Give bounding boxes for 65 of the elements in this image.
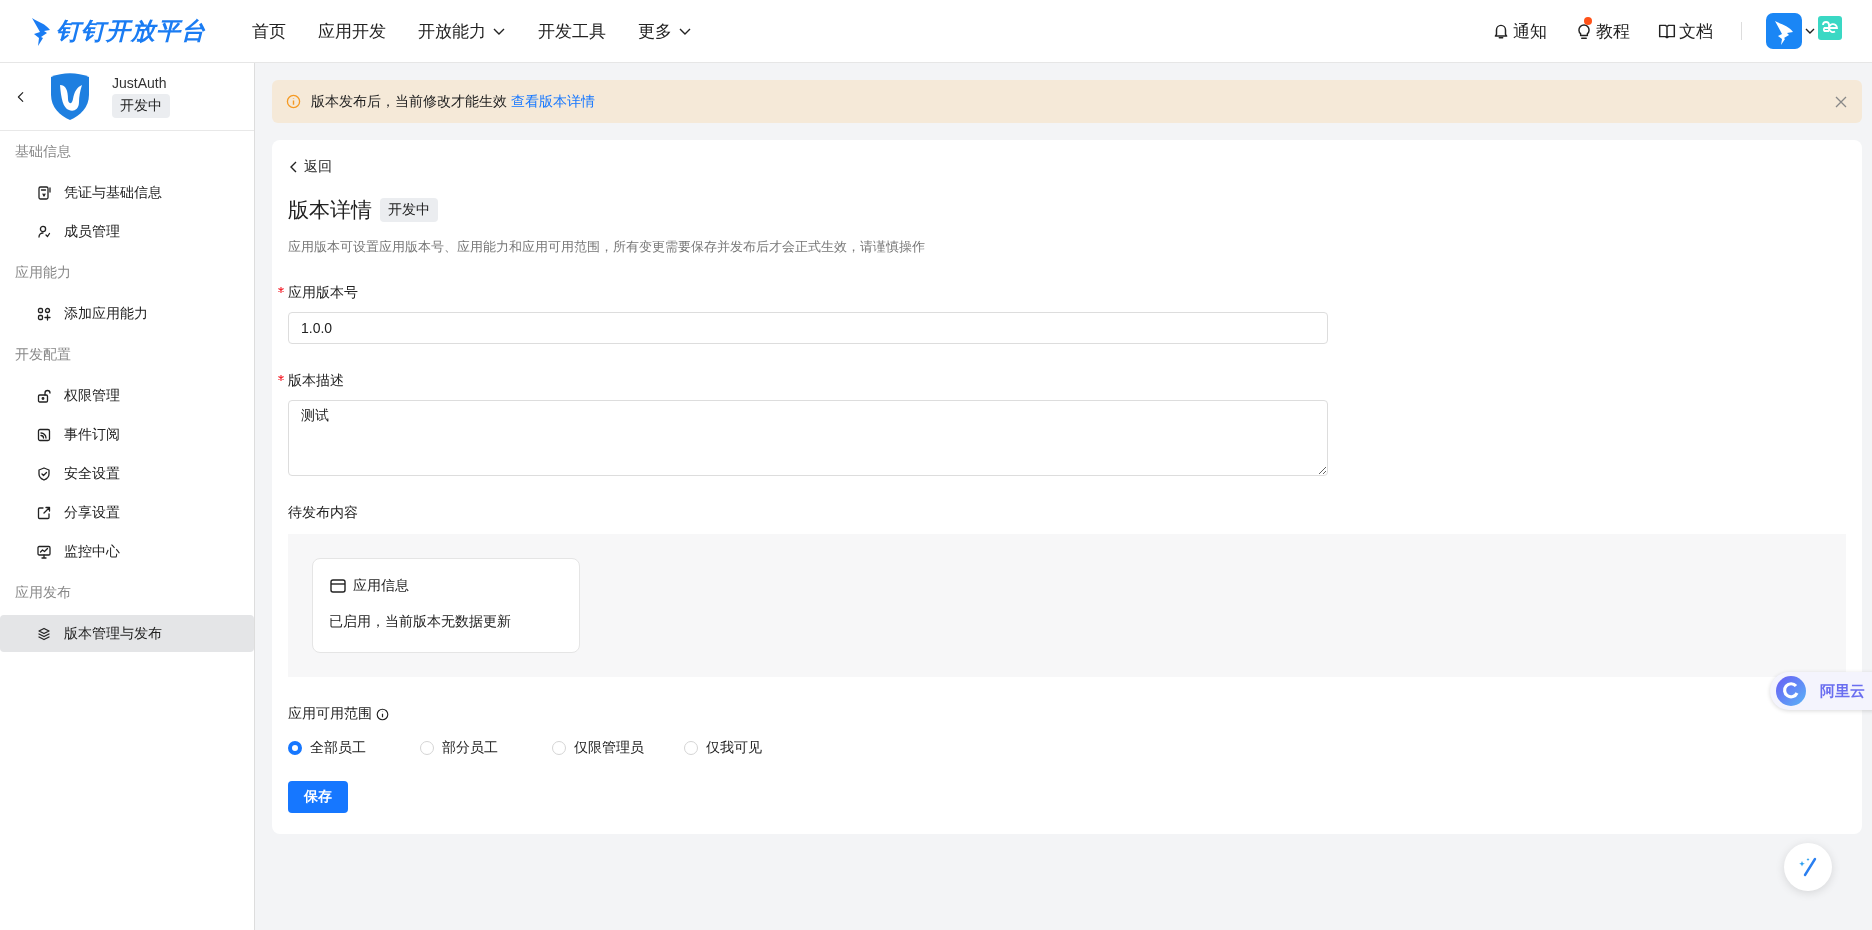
sidebar-item[interactable]: 安全设置 — [0, 455, 254, 492]
app-name: JustAuth — [112, 75, 167, 91]
header-link[interactable]: 通知 — [1513, 19, 1547, 43]
version-field[interactable]: 1.0.0 — [288, 312, 1328, 344]
nav-item[interactable]: 开放能力 — [402, 19, 522, 43]
monitor-icon — [36, 543, 52, 560]
app-logo-icon[interactable] — [1766, 13, 1802, 49]
sidebar-item[interactable]: 成员管理 — [0, 213, 254, 250]
cloud-drive-icon — [1776, 676, 1806, 706]
apps-plus-icon — [36, 305, 52, 322]
details-link[interactable]: 查看版本详情 — [511, 92, 595, 109]
feed-icon — [36, 426, 52, 443]
sidebar-item[interactable]: 凭证与基础信息 — [0, 174, 254, 211]
field-label: 应用版本号 — [288, 284, 358, 302]
sidebar-item[interactable]: 权限管理 — [0, 377, 254, 414]
section-label: 待发布内容 — [288, 504, 358, 522]
status-tag: 开发中 — [112, 94, 170, 118]
description-field[interactable]: 测试 — [288, 400, 1328, 476]
nav-item[interactable]: 应用开发 — [302, 19, 402, 43]
card-title: 应用信息 — [353, 577, 409, 595]
sidebar-item[interactable]: 版本管理与发布 — [0, 615, 254, 652]
shield-icon — [36, 465, 52, 482]
person-icon — [36, 223, 52, 240]
lightbulb-icon — [1575, 22, 1593, 40]
page-description: 应用版本可设置应用版本号、应用能力和应用可用范围，所有变更需要保存并发布后才会正式生效，请谨慎操作 — [288, 238, 926, 256]
group-title: 基础信息 — [15, 143, 71, 159]
logo-text: 钉钉开放平台 — [56, 16, 206, 46]
nav-item[interactable]: 开发工具 — [522, 19, 622, 43]
status-tag: 开发中 — [380, 198, 438, 222]
header-link[interactable]: 文档 — [1679, 19, 1713, 43]
radio-option[interactable]: 部分员工 — [420, 739, 552, 757]
magic-wand-button[interactable] — [1784, 843, 1832, 891]
sidebar-item[interactable]: 监控中心 — [0, 533, 254, 570]
window-icon — [329, 577, 347, 595]
save-button[interactable]: 保存 — [288, 781, 348, 813]
group-title: 应用发布 — [15, 584, 71, 600]
group-title: 开发配置 — [15, 346, 71, 362]
bird-logo-icon — [30, 16, 52, 46]
field-label: 版本描述 — [288, 372, 344, 390]
layers-icon — [36, 625, 52, 642]
nav-item[interactable]: 首页 — [236, 19, 302, 43]
id-card-icon — [36, 184, 52, 201]
close-icon[interactable] — [1834, 94, 1848, 109]
sidebar-item[interactable]: 分享设置 — [0, 494, 254, 531]
bell-icon — [1492, 22, 1510, 40]
info-icon — [286, 94, 301, 109]
radio-option[interactable]: 仅限管理员 — [552, 739, 684, 757]
drive-widget[interactable]: 阿里云 — [1770, 672, 1872, 710]
page-title: 版本详情 — [288, 197, 372, 223]
radio-option[interactable]: 全部员工 — [288, 739, 420, 757]
unlocked-icon — [36, 387, 52, 404]
nav-item[interactable]: 更多 — [622, 19, 708, 43]
group-title: 应用能力 — [15, 264, 71, 280]
back-link[interactable]: 返回 — [288, 158, 332, 176]
header-link[interactable]: 教程 — [1596, 19, 1630, 43]
alert-message: 版本发布后，当前修改才能生效 — [311, 92, 507, 109]
book-icon — [1658, 22, 1676, 40]
info-icon[interactable] — [376, 707, 389, 721]
sidebar-item[interactable]: 添加应用能力 — [0, 295, 254, 332]
field-label: 应用可用范围 — [288, 705, 372, 723]
share-icon — [36, 504, 52, 521]
sidebar-item[interactable]: 事件订阅 — [0, 416, 254, 453]
card-text: 已启用，当前版本无数据更新 — [329, 613, 512, 631]
radio-option[interactable]: 仅我可见 — [684, 739, 816, 757]
shield-logo-icon — [48, 72, 92, 121]
